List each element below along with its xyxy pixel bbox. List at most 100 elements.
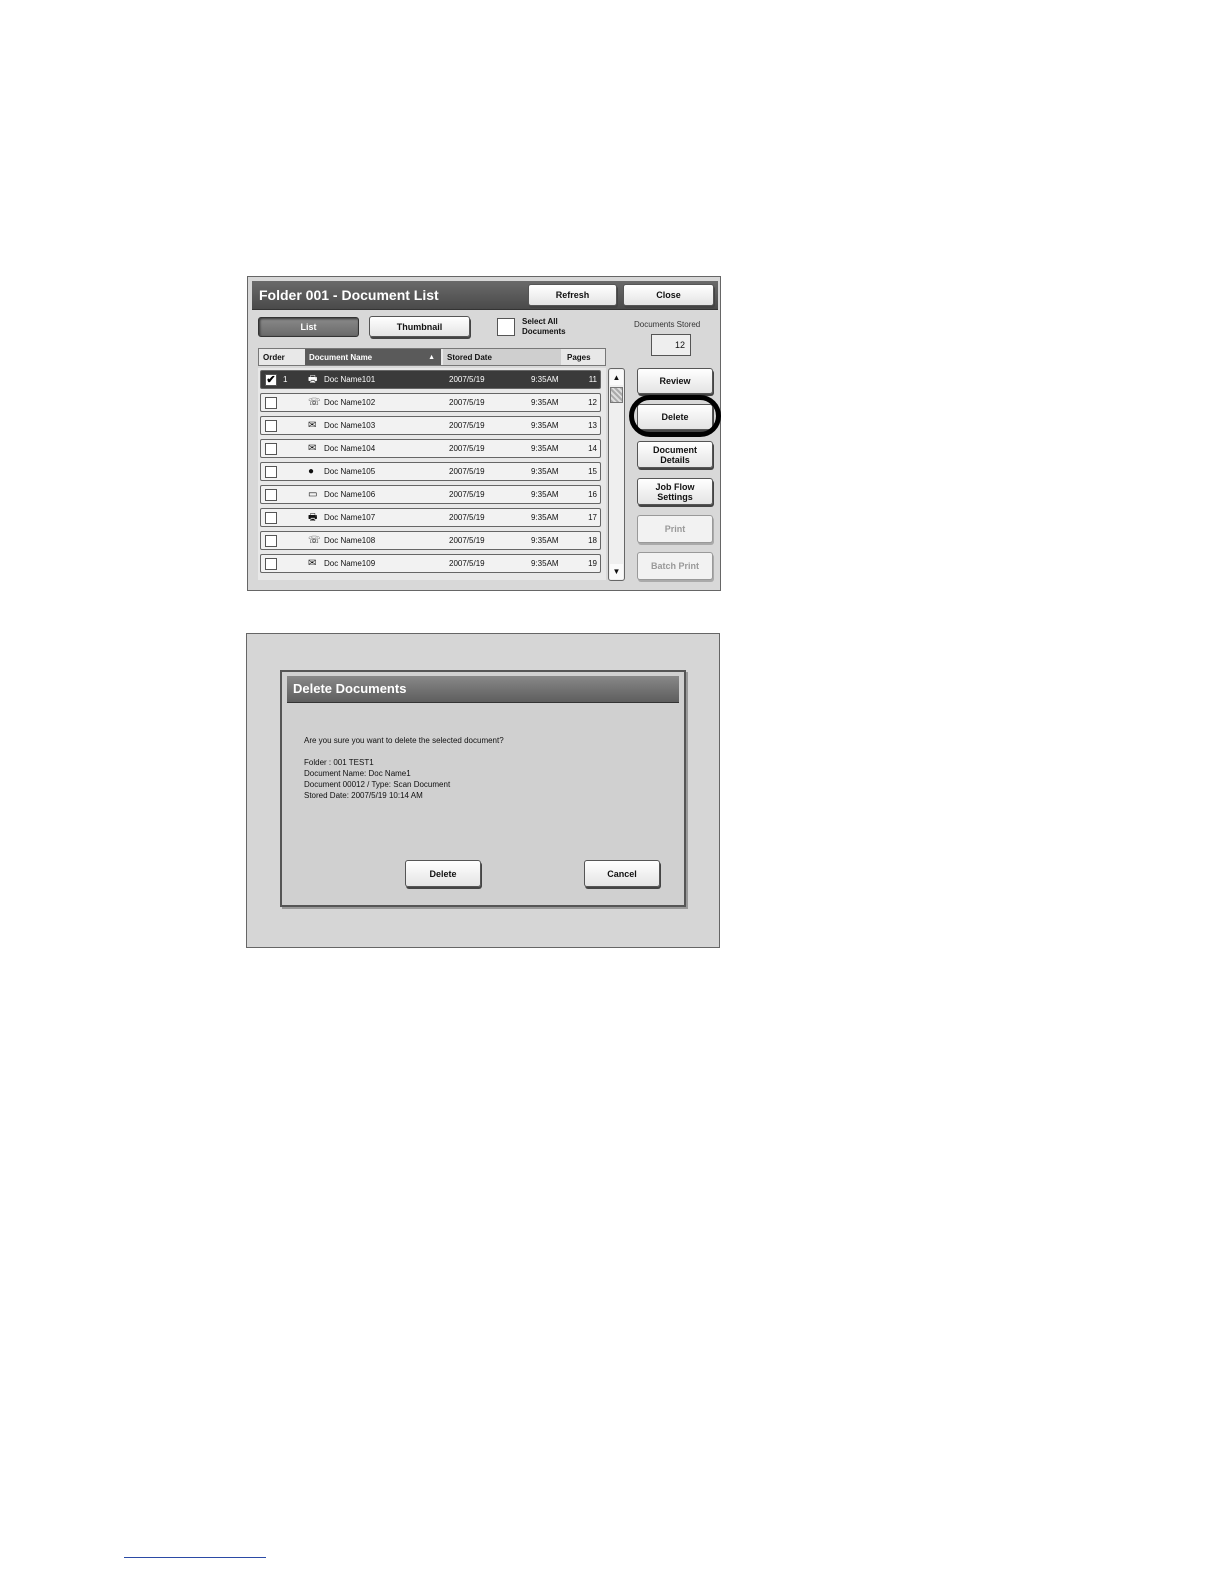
column-header-document-name-label: Document Name xyxy=(309,352,373,362)
dialog-title-bar: Delete Documents xyxy=(287,676,679,703)
row-stored-date: 2007/5/19 xyxy=(449,444,485,453)
scrollbar[interactable]: ▲ ▼ xyxy=(608,368,625,581)
column-header-stored-date[interactable]: Stored Date xyxy=(443,349,561,365)
list-view-button[interactable]: List xyxy=(258,317,359,337)
column-header-document-name[interactable]: Document Name ▲ xyxy=(305,349,441,365)
row-checkbox[interactable] xyxy=(265,397,277,409)
row-checkbox[interactable] xyxy=(265,512,277,524)
document-row[interactable]: ✉ Doc Name103 2007/5/19 9:35AM 13 xyxy=(260,416,601,435)
cancel-button[interactable]: Cancel xyxy=(584,860,660,887)
confirm-delete-button[interactable]: Delete xyxy=(405,860,481,887)
row-stored-date: 2007/5/19 xyxy=(449,375,485,384)
document-row[interactable]: ✉ Doc Name109 2007/5/19 9:35AM 19 xyxy=(260,554,601,573)
row-stored-time: 9:35AM xyxy=(531,536,559,545)
row-checkbox[interactable]: ✔ xyxy=(265,374,277,386)
row-pages: 18 xyxy=(588,536,597,545)
row-stored-time: 9:35AM xyxy=(531,375,559,384)
page-title: Folder 001 - Document List xyxy=(259,287,439,303)
detail-folder: Folder : 001 TEST1 xyxy=(304,758,374,767)
row-document-name: Doc Name106 xyxy=(324,490,376,499)
row-checkbox[interactable] xyxy=(265,558,277,570)
row-checkbox[interactable] xyxy=(265,489,277,501)
row-document-name: Doc Name107 xyxy=(324,513,376,522)
row-checkbox[interactable] xyxy=(265,420,277,432)
row-stored-time: 9:35AM xyxy=(531,421,559,430)
row-stored-date: 2007/5/19 xyxy=(449,490,485,499)
document-row[interactable]: ▭ Doc Name106 2007/5/19 9:35AM 16 xyxy=(260,485,601,504)
column-header-pages[interactable]: Pages xyxy=(563,349,605,365)
document-list: ✔ 🖶 1 Doc Name101 2007/5/19 9:35AM 11 ☏ Doc Name… xyxy=(258,368,606,580)
delete-confirmation-screen: Delete Documents Are you sure you want t… xyxy=(246,633,720,948)
row-stored-time: 9:35AM xyxy=(531,398,559,407)
thumbnail-view-button[interactable]: Thumbnail xyxy=(369,316,470,337)
row-document-name: Doc Name104 xyxy=(324,444,376,453)
detail-stored-date: Stored Date: 2007/5/19 10:14 AM xyxy=(304,791,423,800)
row-stored-date: 2007/5/19 xyxy=(449,467,485,476)
scanner-icon: ✉ xyxy=(308,443,317,454)
row-pages: 16 xyxy=(588,490,597,499)
row-checkbox[interactable] xyxy=(265,466,277,478)
fax-icon: ☏ xyxy=(308,535,321,546)
sort-ascending-icon: ▲ xyxy=(428,353,435,361)
close-button[interactable]: Close xyxy=(623,284,714,306)
batch-print-button[interactable]: Batch Print xyxy=(637,552,713,580)
row-stored-time: 9:35AM xyxy=(531,467,559,476)
globe-icon: ● xyxy=(308,466,315,477)
row-pages: 19 xyxy=(588,559,597,568)
row-stored-time: 9:35AM xyxy=(531,444,559,453)
row-checkbox[interactable] xyxy=(265,535,277,547)
document-list-screen: Folder 001 - Document List Refresh Close… xyxy=(247,276,721,591)
row-stored-date: 2007/5/19 xyxy=(449,513,485,522)
job-flow-settings-button[interactable]: Job Flow Settings xyxy=(637,478,713,505)
row-stored-time: 9:35AM xyxy=(531,490,559,499)
row-document-name: Doc Name108 xyxy=(324,536,376,545)
document-row[interactable]: ☏ Doc Name108 2007/5/19 9:35AM 18 xyxy=(260,531,601,550)
scrollbar-thumb[interactable] xyxy=(610,387,623,403)
scroll-up-button[interactable]: ▲ xyxy=(610,370,623,385)
row-document-name: Doc Name102 xyxy=(324,398,376,407)
document-row[interactable]: ☏ Doc Name102 2007/5/19 9:35AM 12 xyxy=(260,393,601,412)
row-pages: 12 xyxy=(588,398,597,407)
delete-highlight-ring xyxy=(629,395,721,437)
select-all-checkbox[interactable] xyxy=(497,318,515,336)
document-row[interactable]: ✉ Doc Name104 2007/5/19 9:35AM 14 xyxy=(260,439,601,458)
footnote-divider xyxy=(124,1557,266,1558)
row-stored-date: 2007/5/19 xyxy=(449,559,485,568)
fax-icon: ☏ xyxy=(308,397,321,408)
document-row[interactable]: 🖶 Doc Name107 2007/5/19 9:35AM 17 xyxy=(260,508,601,527)
row-stored-date: 2007/5/19 xyxy=(449,536,485,545)
detail-document-name: Document Name: Doc Name1 xyxy=(304,769,411,778)
dialog-title: Delete Documents xyxy=(293,681,407,696)
row-stored-time: 9:35AM xyxy=(531,559,559,568)
review-button[interactable]: Review xyxy=(637,368,713,394)
row-checkbox[interactable] xyxy=(265,443,277,455)
row-pages: 15 xyxy=(588,467,597,476)
row-stored-date: 2007/5/19 xyxy=(449,398,485,407)
column-header-order[interactable]: Order xyxy=(259,349,305,365)
row-pages: 17 xyxy=(588,513,597,522)
delete-documents-dialog: Delete Documents Are you sure you want t… xyxy=(280,670,686,907)
row-document-name: Doc Name101 xyxy=(324,375,376,384)
scroll-down-button[interactable]: ▼ xyxy=(610,564,623,579)
print-button[interactable]: Print xyxy=(637,515,713,543)
row-order: 1 xyxy=(283,375,288,384)
row-document-name: Doc Name109 xyxy=(324,559,376,568)
documents-stored-count: 12 xyxy=(651,334,691,356)
scanner-icon: ✉ xyxy=(308,420,317,431)
documents-stored-label: Documents Stored xyxy=(634,320,701,329)
confirmation-question: Are you sure you want to delete the sele… xyxy=(304,736,504,745)
row-document-name: Doc Name105 xyxy=(324,467,376,476)
scanner-icon: ✉ xyxy=(308,558,317,569)
row-document-name: Doc Name103 xyxy=(324,421,376,430)
document-row[interactable]: ● Doc Name105 2007/5/19 9:35AM 15 xyxy=(260,462,601,481)
detail-document-type: Document 00012 / Type: Scan Document xyxy=(304,780,451,789)
computer-icon: ▭ xyxy=(308,489,318,500)
refresh-button[interactable]: Refresh xyxy=(528,284,617,306)
row-stored-time: 9:35AM xyxy=(531,513,559,522)
document-row[interactable]: ✔ 🖶 1 Doc Name101 2007/5/19 9:35AM 11 xyxy=(260,370,601,389)
row-pages: 13 xyxy=(588,421,597,430)
table-header: Order Document Name ▲ Stored Date Pages xyxy=(258,348,606,366)
document-details-button[interactable]: Document Details xyxy=(637,441,713,468)
row-stored-date: 2007/5/19 xyxy=(449,421,485,430)
select-all-label: Select All Documents xyxy=(522,317,566,336)
